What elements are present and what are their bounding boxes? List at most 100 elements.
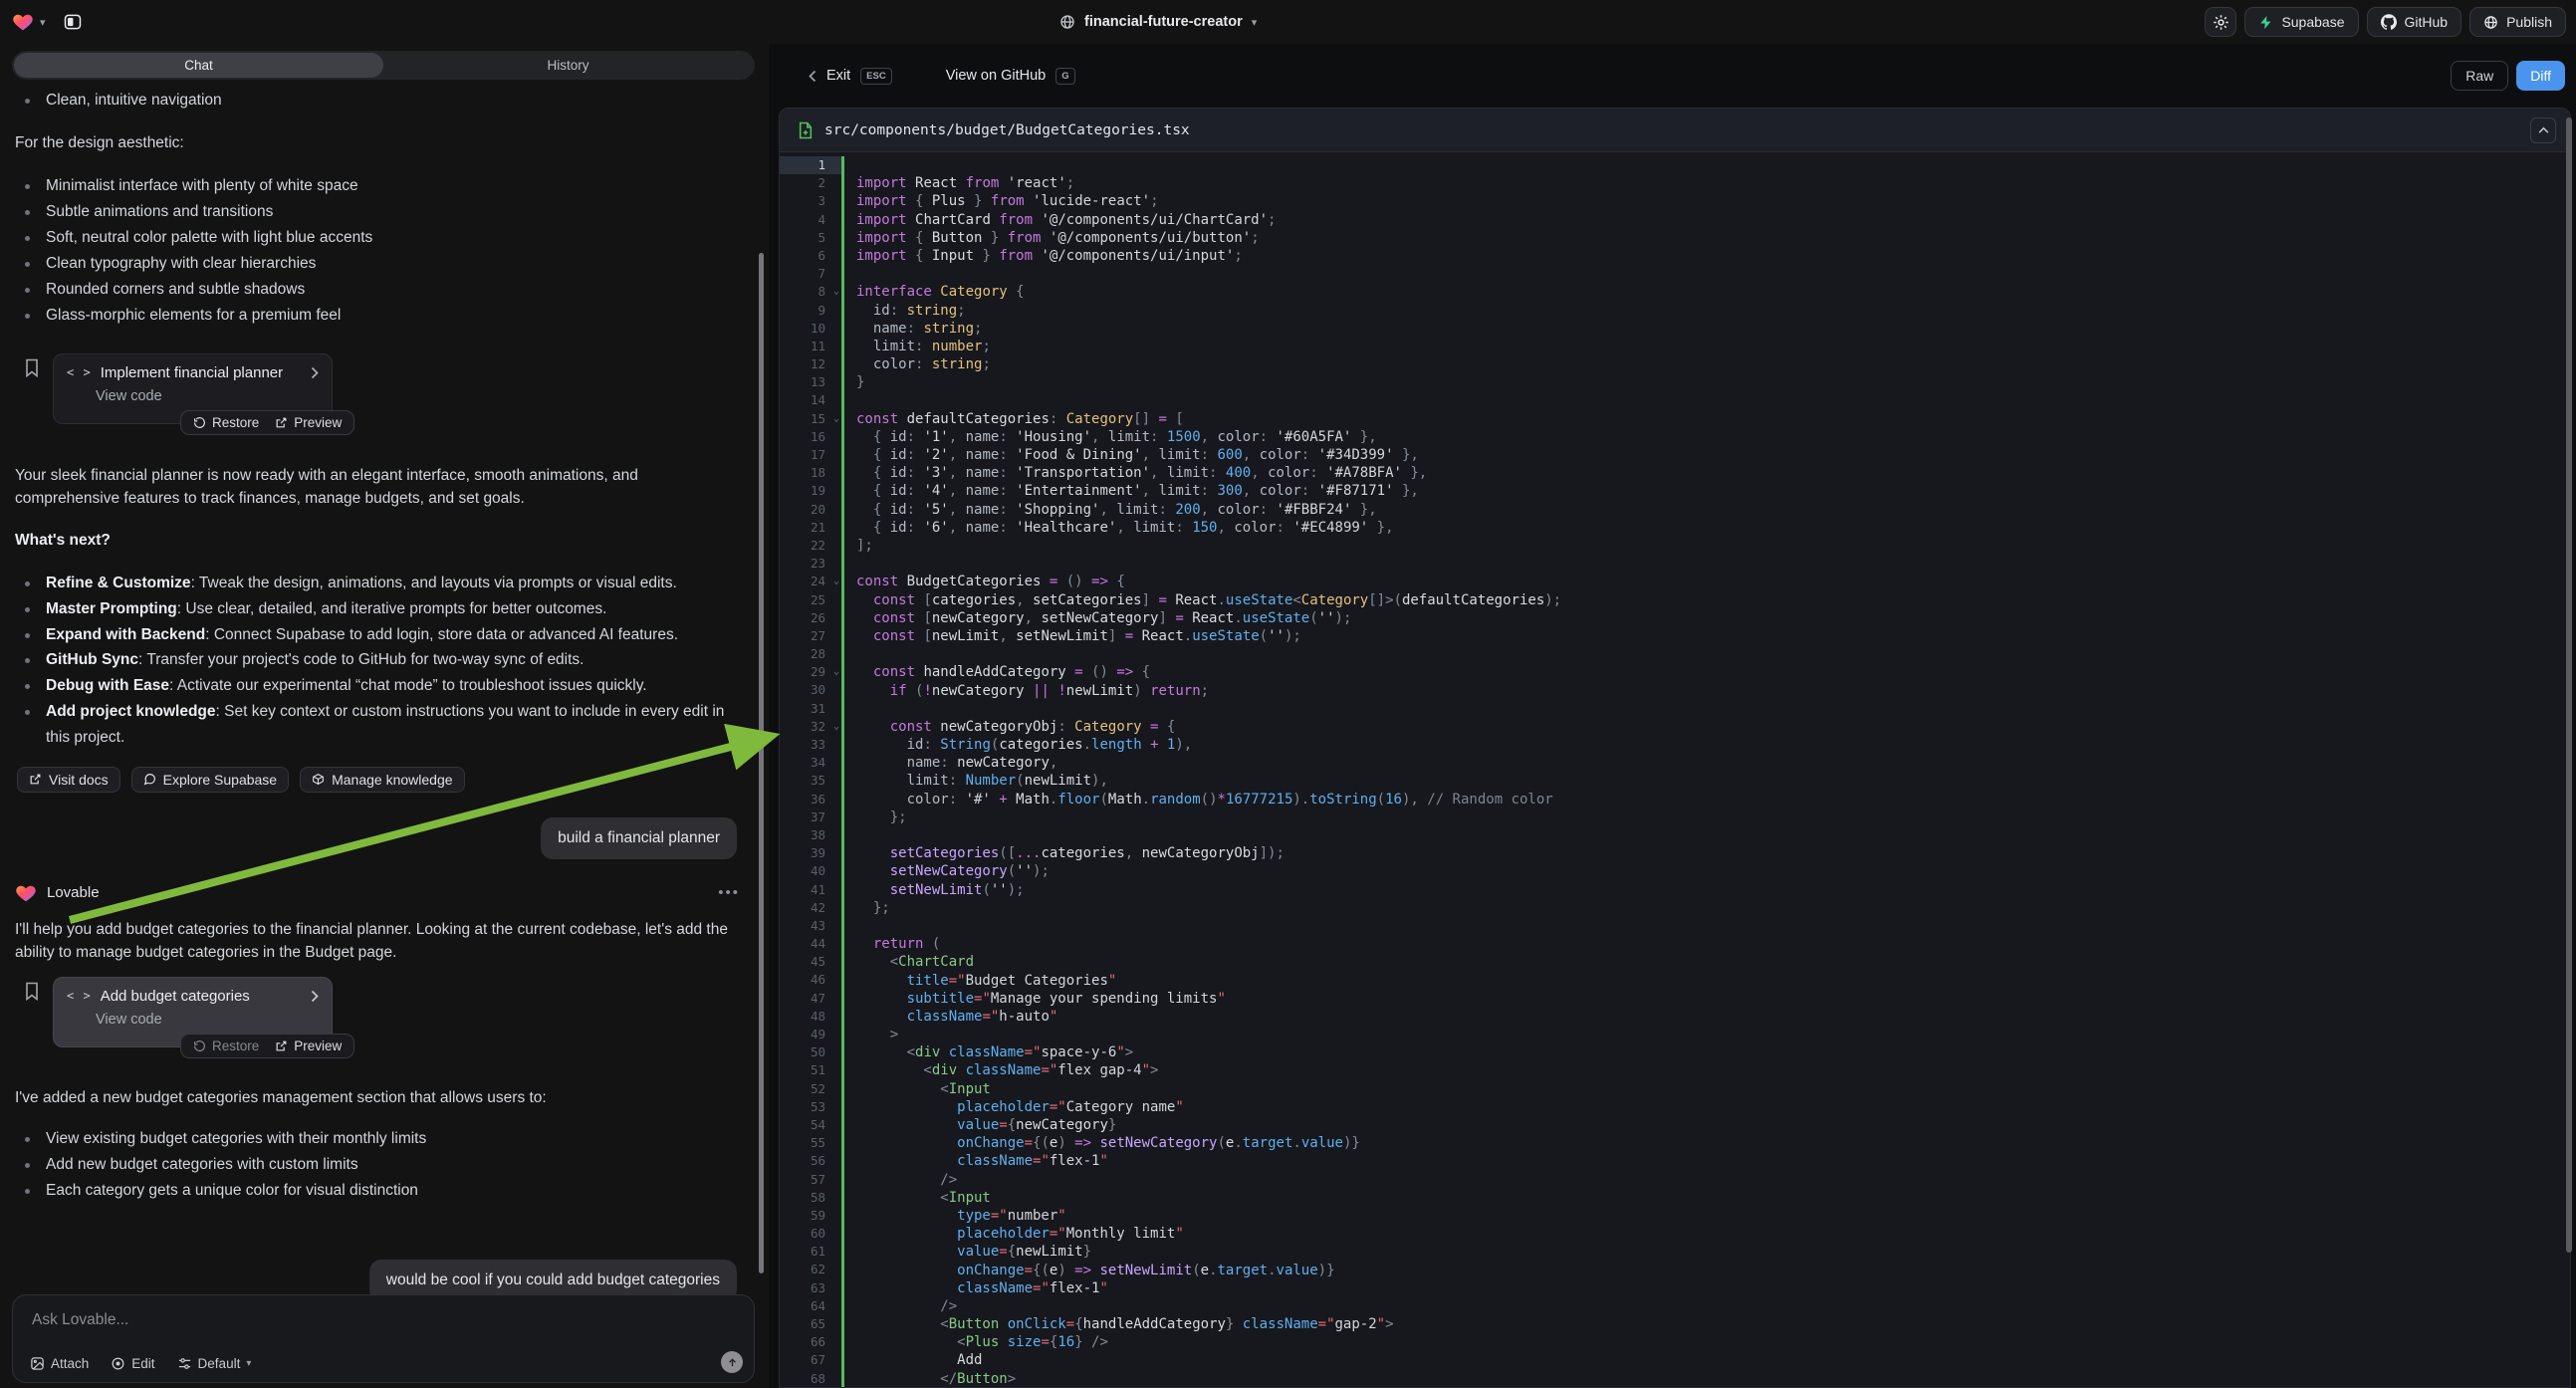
code-line: 21 { id: '6', name: 'Healthcare', limit:… xyxy=(780,519,2570,537)
code-line: 12 color: string; xyxy=(780,355,2570,373)
preview-button[interactable]: Preview xyxy=(275,1039,342,1053)
code-line: 8⌄interface Category { xyxy=(780,283,2570,301)
send-button[interactable] xyxy=(721,1351,743,1373)
bookmark-icon[interactable] xyxy=(24,358,40,434)
code-line: 52 <Input xyxy=(780,1080,2570,1098)
attach-button[interactable]: Attach xyxy=(30,1356,89,1371)
code-line: 7 xyxy=(780,265,2570,283)
list-item: GitHub Sync: Transfer your project's cod… xyxy=(15,647,752,673)
view-code-link[interactable]: View code xyxy=(96,388,319,404)
raw-button[interactable]: Raw xyxy=(2451,61,2508,91)
collapse-file-button[interactable] xyxy=(2530,117,2556,143)
target-icon xyxy=(111,1356,125,1371)
code-line: 4import ChartCard from '@/components/ui/… xyxy=(780,211,2570,229)
code-line: 65 <Button onClick={handleAddCategory} c… xyxy=(780,1315,2570,1333)
gear-icon xyxy=(2213,14,2229,31)
publish-button[interactable]: Publish xyxy=(2469,7,2566,37)
code-line: 50 <div className="space-y-6"> xyxy=(780,1043,2570,1061)
code-line: 16 { id: '1', name: 'Housing', limit: 15… xyxy=(780,428,2570,446)
code-lines: 12import React from 'react';3import { Pl… xyxy=(780,152,2570,1388)
preview-button[interactable]: Preview xyxy=(275,415,342,430)
chat-panel: Chat History Clean, intuitive navigation… xyxy=(0,44,767,1388)
sidebar-toggle-icon[interactable] xyxy=(58,7,88,37)
project-switcher[interactable]: financial-future-creator ▾ xyxy=(1059,0,1263,44)
code-line: 29⌄ const handleAddCategory = () => { xyxy=(780,663,2570,681)
suggestion-chips: Visit docs Explore Supabase Manage knowl… xyxy=(15,767,752,793)
code-line: 20 { id: '5', name: 'Shopping', limit: 2… xyxy=(780,501,2570,519)
assistant-header: Lovable ••• xyxy=(15,882,752,904)
code-line: 36 color: '#' + Math.floor(Math.random()… xyxy=(780,791,2570,809)
view-on-github-button[interactable]: View on GitHub xyxy=(946,68,1046,84)
version-actions: Restore Preview xyxy=(180,410,354,435)
top-bar: ▾ financial-future-creator ▾ Supabase Gi… xyxy=(0,0,2576,44)
globe-icon xyxy=(1059,14,1075,30)
bookmark-icon[interactable] xyxy=(24,982,40,1057)
code-line: 32⌄ const newCategoryObj: Category = { xyxy=(780,718,2570,736)
restore-button[interactable]: Restore xyxy=(193,415,259,430)
list-item: Add new budget categories with custom li… xyxy=(15,1152,752,1178)
chat-input[interactable] xyxy=(32,1311,530,1329)
code-line: 66 <Plus size={16} /> xyxy=(780,1333,2570,1351)
code-line: 48 className="h-auto" xyxy=(780,1008,2570,1026)
list-item: Clean typography with clear hierarchies xyxy=(15,251,752,277)
code-line: 10 name: string; xyxy=(780,320,2570,338)
chat-scrollbar[interactable] xyxy=(759,253,764,1273)
code-line: 62 onChange={(e) => setNewLimit(e.target… xyxy=(780,1261,2570,1278)
github-button[interactable]: GitHub xyxy=(2367,7,2462,37)
code-line: 51 <div className="flex gap-4"> xyxy=(780,1061,2570,1079)
assistant-name: Lovable xyxy=(47,884,100,901)
version-actions: Restore Preview xyxy=(180,1034,354,1058)
chevron-up-icon xyxy=(2538,126,2549,133)
code-line: 55 onChange={(e) => setNewCategory(e.tar… xyxy=(780,1134,2570,1152)
code-line: 17 { id: '2', name: 'Food & Dining', lim… xyxy=(780,446,2570,464)
external-link-icon xyxy=(29,773,42,786)
code-line: 28 xyxy=(780,645,2570,663)
tab-history[interactable]: History xyxy=(383,53,753,78)
lovable-logo-icon[interactable] xyxy=(12,11,34,33)
assistant-message: I've added a new budget categories manag… xyxy=(15,1086,752,1110)
list-item: Glass-morphic elements for a premium fee… xyxy=(15,303,752,329)
list-item: Subtle animations and transitions xyxy=(15,199,752,225)
external-link-icon xyxy=(275,416,288,429)
explore-supabase-button[interactable]: Explore Supabase xyxy=(131,767,289,793)
tab-chat[interactable]: Chat xyxy=(14,53,383,78)
supabase-button[interactable]: Supabase xyxy=(2244,7,2358,37)
list-item: Each category gets a unique color for vi… xyxy=(15,1178,752,1204)
edit-button[interactable]: Edit xyxy=(111,1356,154,1371)
code-line: 18 { id: '3', name: 'Transportation', li… xyxy=(780,464,2570,482)
list-item: Soft, neutral color palette with light b… xyxy=(15,225,752,251)
exit-button[interactable]: Exit xyxy=(826,68,850,84)
settings-button[interactable] xyxy=(2205,7,2236,37)
lovable-heart-icon xyxy=(15,882,37,904)
code-line: 68 </Button> xyxy=(780,1370,2570,1388)
visit-docs-button[interactable]: Visit docs xyxy=(17,767,120,793)
restore-button[interactable]: Restore xyxy=(193,1039,259,1053)
chevron-right-icon xyxy=(311,366,319,379)
code-line: 59 type="number" xyxy=(780,1207,2570,1225)
code-icon: < > xyxy=(67,989,92,1003)
chevron-left-icon xyxy=(809,70,817,83)
code-file-card: src/components/budget/BudgetCategories.t… xyxy=(779,108,2571,1388)
esc-key-badge: ESC xyxy=(860,68,892,85)
globe-icon xyxy=(2483,15,2498,30)
chat-messages: Clean, intuitive navigation For the desi… xyxy=(0,80,767,1301)
code-line: 3import { Plus } from 'lucide-react'; xyxy=(780,192,2570,210)
code-line: 6import { Input } from '@/components/ui/… xyxy=(780,247,2570,265)
file-added-icon xyxy=(798,121,814,139)
view-code-link[interactable]: View code xyxy=(96,1012,319,1028)
code-line: 25 const [categories, setCategories] = R… xyxy=(780,591,2570,609)
file-path-bar[interactable]: src/components/budget/BudgetCategories.t… xyxy=(780,109,2570,152)
added-features-list: View existing budget categories with the… xyxy=(15,1126,752,1204)
code-line: 38 xyxy=(780,826,2570,844)
code-scrollbar[interactable] xyxy=(2566,117,2572,1253)
diff-button[interactable]: Diff xyxy=(2516,61,2565,91)
list-item: Add project knowledge: Set key context o… xyxy=(15,699,752,751)
mode-selector[interactable]: Default ▾ xyxy=(177,1356,252,1371)
code-line: 39 setCategories([...categories, newCate… xyxy=(780,844,2570,862)
chevron-down-icon[interactable]: ▾ xyxy=(40,16,46,29)
code-line: 61 value={newLimit} xyxy=(780,1243,2570,1261)
more-options-icon[interactable]: ••• xyxy=(718,884,740,901)
manage-knowledge-button[interactable]: Manage knowledge xyxy=(300,767,464,793)
code-line: 37 }; xyxy=(780,809,2570,826)
code-line: 35 limit: Number(newLimit), xyxy=(780,772,2570,790)
